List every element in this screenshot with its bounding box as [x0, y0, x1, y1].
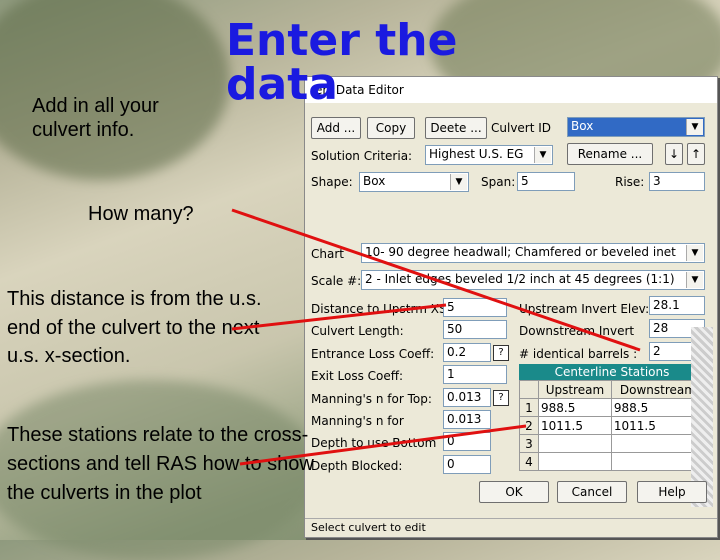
- row-number: 1: [519, 398, 539, 417]
- chart-select[interactable]: 10- 90 degree headwall; Chamfered or bev…: [361, 243, 705, 263]
- upstream-cell[interactable]: [538, 434, 612, 453]
- solution-criteria-label: Solution Criteria:: [311, 149, 413, 163]
- culvert-id-select[interactable]: Box ▼: [567, 117, 705, 137]
- distance-upstream-input[interactable]: 5: [443, 298, 507, 317]
- add-button[interactable]: Add ...: [311, 117, 361, 139]
- status-bar: Select culvert to edit: [305, 518, 717, 537]
- corner-cell: [519, 380, 539, 399]
- row-number: 4: [519, 452, 539, 471]
- culvert-length-input[interactable]: 50: [443, 320, 507, 339]
- note-stations: These stations relate to the cross-secti…: [7, 424, 314, 504]
- row-number: 2: [519, 416, 539, 435]
- centerline-stations-table: Upstream Downstream 1 988.5 988.5 2 1011…: [519, 380, 706, 471]
- mannings-top-label: Manning's n for Top:: [311, 392, 432, 406]
- chevron-down-icon: ▼: [686, 272, 703, 288]
- background-foliage: [0, 0, 230, 180]
- exit-loss-input[interactable]: 1: [443, 365, 507, 384]
- culvert-data-editor: ert Data Editor Add ... Copy Deete ... C…: [304, 76, 718, 538]
- column-header-upstream: Upstream: [538, 380, 612, 399]
- chevron-down-icon: ▼: [534, 147, 551, 163]
- help-icon[interactable]: ?: [493, 345, 509, 361]
- help-icon[interactable]: ?: [493, 390, 509, 406]
- culvert-length-label: Culvert Length:: [311, 324, 404, 338]
- help-button[interactable]: Help: [637, 481, 707, 503]
- note-distance: This distance is from the u.s. end of th…: [7, 288, 262, 367]
- entrance-loss-label: Entrance Loss Coeff:: [311, 347, 435, 361]
- scale-select[interactable]: 2 - Inlet edges beveled 1/2 inch at 45 d…: [361, 270, 705, 290]
- table-row: 1 988.5 988.5: [519, 398, 706, 417]
- move-down-icon[interactable]: ↓: [665, 143, 683, 165]
- culvert-id-label: Culvert ID: [491, 121, 552, 135]
- depth-blocked-input[interactable]: 0: [443, 455, 491, 474]
- table-row: 3: [519, 434, 706, 453]
- rename-button[interactable]: Rename ...: [567, 143, 653, 165]
- shape-label: Shape:: [311, 175, 353, 189]
- rise-label: Rise:: [615, 175, 645, 189]
- downstream-invert-label: Downstream Invert: [519, 324, 635, 338]
- mannings-top-input[interactable]: 0.013: [443, 388, 491, 407]
- note-culvert-info: Add in all your culvert info.: [32, 95, 159, 141]
- shape-select[interactable]: Box ▼: [359, 172, 469, 192]
- upstream-cell[interactable]: [538, 452, 612, 471]
- cancel-button[interactable]: Cancel: [557, 481, 627, 503]
- upstream-invert-input[interactable]: 28.1: [649, 296, 705, 315]
- rise-input[interactable]: 3: [649, 172, 705, 191]
- ok-button[interactable]: OK: [479, 481, 549, 503]
- chevron-down-icon: ▼: [686, 245, 703, 261]
- status-text: Select culvert to edit: [311, 521, 426, 534]
- scrollbar-grip[interactable]: [691, 327, 713, 507]
- distance-upstream-label: Distance to Upstrm XS:: [311, 302, 451, 316]
- table-row: 4: [519, 452, 706, 471]
- copy-button[interactable]: Copy: [367, 117, 415, 139]
- solution-criteria-select[interactable]: Highest U.S. EG ▼: [425, 145, 553, 165]
- upstream-cell[interactable]: 1011.5: [538, 416, 612, 435]
- row-number: 3: [519, 434, 539, 453]
- entrance-loss-input[interactable]: 0.2: [443, 343, 491, 362]
- chart-label: Chart: [311, 247, 344, 261]
- delete-button[interactable]: Deete ...: [425, 117, 487, 139]
- note-how-many: How many?: [88, 203, 194, 225]
- depth-bottom-input[interactable]: 0: [443, 432, 491, 451]
- slide-title: Enter the data: [226, 15, 458, 110]
- mannings-bottom-input[interactable]: 0.013: [443, 410, 491, 429]
- centerline-stations-header: Centerline Stations: [519, 364, 705, 380]
- chevron-down-icon: ▼: [686, 119, 703, 135]
- scale-label: Scale #:: [311, 274, 362, 288]
- chevron-down-icon: ▼: [450, 174, 467, 190]
- exit-loss-label: Exit Loss Coeff:: [311, 369, 404, 383]
- upstream-invert-label: Upstream Invert Elev:: [519, 302, 650, 316]
- upstream-cell[interactable]: 988.5: [538, 398, 612, 417]
- table-row: 2 1011.5 1011.5: [519, 416, 706, 435]
- span-label: Span:: [481, 175, 516, 189]
- move-up-icon[interactable]: ↑: [687, 143, 705, 165]
- identical-barrels-label: # identical barrels :: [519, 347, 638, 361]
- span-input[interactable]: 5: [517, 172, 575, 191]
